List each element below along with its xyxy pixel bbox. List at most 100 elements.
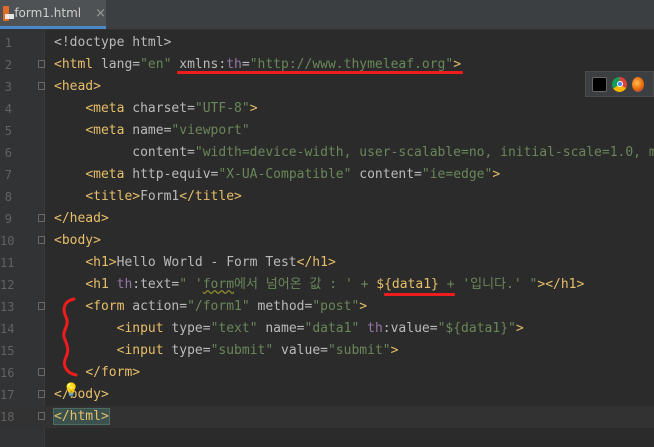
code-token: > [390, 343, 399, 358]
line-number: 7 [4, 168, 12, 182]
code-token: ></h1> [537, 277, 585, 292]
code-token: ${data1} [376, 277, 439, 292]
code-line[interactable]: 8 <title>Form1</title> [0, 186, 654, 208]
code-text: <title>Form1</title> [54, 186, 242, 208]
code-line[interactable]: 6 content="width=device-width, user-scal… [0, 142, 654, 164]
code-token: > [492, 167, 501, 182]
lightbulb-icon[interactable]: 💡 [63, 383, 79, 398]
code-line[interactable]: 12 <h1 th:text=" 'form에서 넘어온 값 : ' + ${d… [0, 274, 654, 296]
code-token: "width=device-width, user-scalable=no, i… [194, 145, 654, 160]
code-text: <form action="/form1" method="post"> [54, 296, 367, 318]
code-token: + '입니다.' " [438, 277, 538, 292]
code-token: name= [132, 123, 172, 138]
code-token: lang= [100, 57, 141, 72]
code-text: content="width=device-width, user-scalab… [54, 142, 654, 164]
code-token: </h1> [296, 255, 336, 270]
fold-marker-icon[interactable] [38, 368, 45, 376]
code-token: <h1 [85, 277, 117, 292]
line-number: 16 [0, 366, 15, 380]
code-token: 에서 넘어온 값 : ' + [234, 277, 377, 292]
code-text: </head> [54, 208, 109, 230]
chrome-icon[interactable] [612, 76, 627, 92]
fold-marker-icon[interactable] [38, 412, 45, 420]
code-token: "submit" [210, 343, 274, 358]
code-token: <!doctype html> [54, 35, 172, 50]
code-text: <!doctype html> [54, 32, 171, 54]
code-text: <head> [54, 76, 101, 98]
code-token: "/form1" [187, 299, 250, 314]
fold-marker-icon[interactable] [38, 302, 45, 310]
close-tab-icon[interactable]: × [95, 6, 106, 21]
code-token: "X-UA-Compatible" [218, 167, 352, 182]
data1-underline-annotation [384, 293, 455, 296]
xmlns-underline-annotation [177, 71, 463, 74]
code-token: value= [273, 343, 328, 358]
code-line[interactable]: 4 <meta charset="UTF-8"> [0, 98, 654, 120]
code-token: form [202, 277, 235, 292]
code-text: </html> [53, 406, 110, 428]
code-line[interactable]: 14 <input type="text" name="data1" th:va… [0, 318, 654, 340]
code-token: method= [249, 299, 313, 314]
code-token: content= [54, 145, 195, 160]
line-number: 18 [0, 410, 15, 424]
code-line[interactable]: 13 <form action="/form1" method="post"> [0, 296, 654, 318]
code-line[interactable]: 7 <meta http-equiv="X-UA-Compatible" con… [0, 164, 654, 186]
code-text: <h1 th:text=" 'form에서 넘어온 값 : ' + ${data… [54, 274, 584, 296]
code-text: <input type="text" name="data1" th:value… [54, 318, 524, 340]
code-token: http-equiv= [132, 167, 219, 182]
code-line[interactable]: 1 <!doctype html> [0, 32, 654, 54]
code-line[interactable]: 15 <input type="submit" value="submit"> [0, 340, 654, 362]
code-token: Hello World - Form Test [116, 255, 297, 270]
code-token: <meta [85, 123, 133, 138]
fold-marker-icon[interactable] [38, 236, 45, 244]
code-token: "post" [312, 299, 360, 314]
code-line[interactable]: 18 </html> [0, 406, 654, 428]
code-token: <meta [85, 167, 133, 182]
file-tab[interactable]: form1.html × [0, 0, 106, 29]
code-token: <meta [85, 101, 133, 116]
line-number: 12 [0, 278, 15, 292]
code-token: "en" [140, 57, 172, 72]
code-token: "submit" [327, 343, 391, 358]
editor-tab-bar: form1.html × [0, 0, 654, 30]
code-token: "http://www.thymeleaf.org" [249, 57, 454, 72]
intellij-icon[interactable] [592, 76, 607, 92]
line-number: 11 [0, 256, 15, 270]
code-token: <input [116, 343, 172, 358]
code-line[interactable]: 16 </form> [0, 362, 654, 384]
code-token: type= [171, 321, 211, 336]
firefox-icon[interactable] [632, 76, 644, 92]
code-token: <h1> [85, 255, 117, 270]
fold-marker-icon[interactable] [38, 60, 45, 68]
line-number: 17 [0, 388, 15, 402]
code-token: "ie=edge" [421, 167, 493, 182]
code-token: "data1" [304, 321, 360, 336]
code-token: <head> [54, 79, 101, 94]
fold-marker-icon[interactable] [38, 82, 45, 90]
code-token: <input [116, 321, 172, 336]
code-line[interactable]: 10 <body> [0, 230, 654, 252]
code-token: </head> [54, 211, 109, 226]
code-token: </html> [53, 408, 110, 425]
code-token: <html [54, 57, 101, 72]
line-number: 8 [4, 190, 12, 204]
code-token: "viewport" [171, 123, 250, 138]
code-line[interactable]: 9 </head> [0, 208, 654, 230]
code-line[interactable]: 17 </body> [0, 384, 654, 406]
code-text: <body> [54, 230, 101, 252]
code-token: name= [257, 321, 305, 336]
code-token: :text= [132, 277, 180, 292]
code-line[interactable]: 3 <head> [0, 76, 654, 98]
code-text: <meta charset="UTF-8"> [54, 98, 257, 120]
code-line[interactable]: 11 <h1>Hello World - Form Test</h1> [0, 252, 654, 274]
code-line[interactable]: 5 <meta name="viewport" [0, 120, 654, 142]
line-number: 15 [0, 344, 15, 358]
fold-marker-icon[interactable] [38, 214, 45, 222]
fold-marker-icon[interactable] [38, 390, 45, 398]
